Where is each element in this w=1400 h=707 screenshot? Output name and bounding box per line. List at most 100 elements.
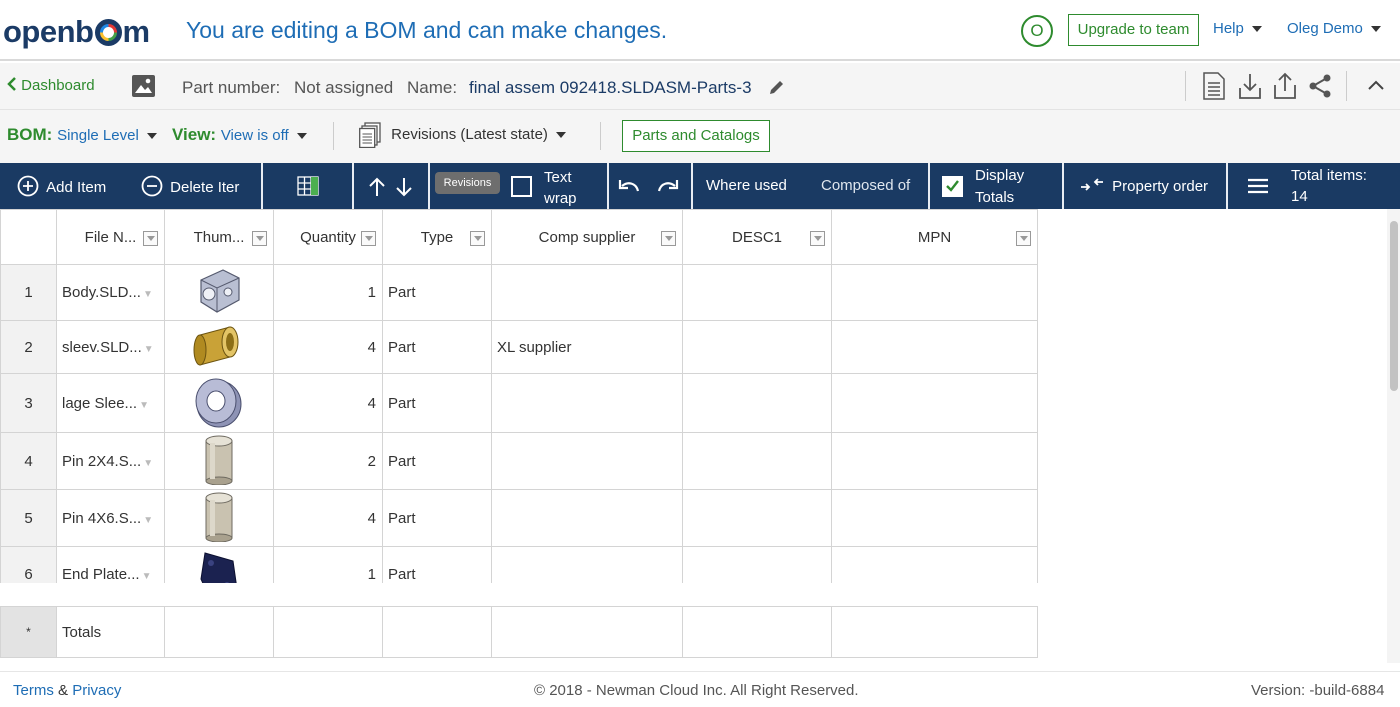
type-cell[interactable]: Part <box>382 489 492 547</box>
quantity-cell[interactable]: 4 <box>273 489 383 547</box>
column-settings-icon[interactable] <box>297 176 319 196</box>
terms-link[interactable]: Terms <box>13 682 54 699</box>
supplier-cell[interactable] <box>491 432 683 490</box>
filter-icon[interactable] <box>810 231 825 246</box>
dropdown-arrow-icon[interactable]: ▼ <box>143 289 153 300</box>
supplier-cell[interactable] <box>491 489 683 547</box>
table-row[interactable]: 4 Pin 2X4.S... ▼ 2 Part <box>0 432 1038 490</box>
type-cell[interactable]: Part <box>382 320 492 374</box>
thumbnail-cell[interactable] <box>164 264 274 321</box>
supplier-cell[interactable]: XL supplier <box>491 320 683 374</box>
column-header-quantity[interactable]: Quantity <box>273 209 383 265</box>
text-wrap-checkbox[interactable] <box>511 176 532 197</box>
desc1-cell[interactable] <box>682 264 832 321</box>
file-name-cell[interactable]: End Plate... ▼ <box>56 546 165 583</box>
supplier-cell[interactable] <box>491 373 683 433</box>
share-icon[interactable] <box>1308 74 1332 98</box>
quantity-cell[interactable]: 1 <box>273 546 383 583</box>
pencil-icon[interactable] <box>768 78 786 96</box>
file-name-cell[interactable]: lage Slee... ▼ <box>56 373 165 433</box>
table-row[interactable]: 5 Pin 4X6.S... ▼ 4 Part <box>0 489 1038 547</box>
text-wrap-label[interactable]: Text wrap <box>544 167 577 209</box>
desc1-cell[interactable] <box>682 320 832 374</box>
add-item-button[interactable]: Add Item <box>17 175 106 197</box>
dropdown-arrow-icon[interactable]: ▼ <box>139 400 149 411</box>
thumbnail-cell[interactable] <box>164 320 274 374</box>
desc1-cell[interactable] <box>682 546 832 583</box>
column-header-file-name[interactable]: File N... <box>56 209 165 265</box>
column-header-thumbnail[interactable]: Thum... <box>164 209 274 265</box>
redo-icon[interactable] <box>656 177 680 195</box>
filter-icon[interactable] <box>252 231 267 246</box>
quantity-cell[interactable]: 4 <box>273 320 383 374</box>
user-menu[interactable]: Oleg Demo <box>1287 20 1381 37</box>
display-totals-label[interactable]: Display Totals <box>975 165 1024 209</box>
column-header-comp-supplier[interactable]: Comp supplier <box>491 209 683 265</box>
filter-icon[interactable] <box>661 231 676 246</box>
download-icon[interactable] <box>1238 72 1262 100</box>
file-name-cell[interactable]: Pin 2X4.S... ▼ <box>56 432 165 490</box>
where-used-button[interactable]: Where used <box>706 177 787 194</box>
row-number[interactable]: 2 <box>0 320 57 374</box>
mpn-cell[interactable] <box>831 320 1038 374</box>
table-row[interactable]: 3 lage Slee... ▼ 4 Part <box>0 373 1038 433</box>
filter-icon[interactable] <box>361 231 376 246</box>
scrollbar-thumb[interactable] <box>1390 221 1398 391</box>
revisions-selector[interactable]: Revisions (Latest state) <box>359 122 566 149</box>
file-name-cell[interactable]: Pin 4X6.S... ▼ <box>56 489 165 547</box>
type-cell[interactable]: Part <box>382 432 492 490</box>
image-icon[interactable] <box>131 74 156 98</box>
row-number[interactable]: 5 <box>0 489 57 547</box>
property-order-button[interactable]: Property order <box>1080 176 1208 195</box>
table-row[interactable]: 2 sleev.SLD... ▼ 4 Part XL supplier <box>0 320 1038 374</box>
delete-item-button[interactable]: Delete Iter <box>141 175 239 197</box>
column-header-type[interactable]: Type <box>382 209 492 265</box>
supplier-cell[interactable] <box>491 546 683 583</box>
undo-icon[interactable] <box>617 177 641 195</box>
mpn-cell[interactable] <box>831 489 1038 547</box>
mpn-cell[interactable] <box>831 264 1038 321</box>
composed-of-button[interactable]: Composed of <box>821 177 910 194</box>
desc1-cell[interactable] <box>682 489 832 547</box>
supplier-cell[interactable] <box>491 264 683 321</box>
filter-icon[interactable] <box>470 231 485 246</box>
thumbnail-cell[interactable] <box>164 432 274 490</box>
bom-type-selector[interactable]: BOM: Single Level <box>7 125 157 145</box>
chevron-up-icon[interactable] <box>1367 79 1385 91</box>
dropdown-arrow-icon[interactable]: ▼ <box>143 515 153 526</box>
dropdown-arrow-icon[interactable]: ▼ <box>143 458 153 469</box>
menu-icon[interactable] <box>1247 178 1269 194</box>
dropdown-arrow-icon[interactable]: ▼ <box>144 344 154 355</box>
upgrade-button[interactable]: Upgrade to team <box>1068 14 1199 46</box>
mpn-cell[interactable] <box>831 373 1038 433</box>
quantity-cell[interactable]: 1 <box>273 264 383 321</box>
thumbnail-cell[interactable] <box>164 546 274 583</box>
privacy-link[interactable]: Privacy <box>72 682 121 699</box>
quantity-cell[interactable]: 2 <box>273 432 383 490</box>
thumbnail-cell[interactable] <box>164 373 274 433</box>
file-name-cell[interactable]: Body.SLD... ▼ <box>56 264 165 321</box>
filter-icon[interactable] <box>143 231 158 246</box>
avatar[interactable]: O <box>1021 15 1053 47</box>
row-number[interactable]: 6 <box>0 546 57 583</box>
table-row[interactable]: 1 Body.SLD... ▼ 1 Part <box>0 264 1038 321</box>
type-cell[interactable]: Part <box>382 546 492 583</box>
row-number[interactable]: 1 <box>0 264 57 321</box>
row-number[interactable]: 3 <box>0 373 57 433</box>
mpn-cell[interactable] <box>831 546 1038 583</box>
mpn-cell[interactable] <box>831 432 1038 490</box>
type-cell[interactable]: Part <box>382 373 492 433</box>
view-selector[interactable]: View: View is off <box>172 125 307 145</box>
move-down-icon[interactable] <box>394 176 414 198</box>
document-icon[interactable] <box>1202 72 1226 100</box>
table-row[interactable]: 6 End Plate... ▼ 1 Part <box>0 546 1038 583</box>
vertical-scrollbar[interactable] <box>1387 209 1400 663</box>
dropdown-arrow-icon[interactable]: ▼ <box>142 571 152 582</box>
display-totals-checkbox[interactable] <box>942 176 963 197</box>
thumbnail-cell[interactable] <box>164 489 274 547</box>
type-cell[interactable]: Part <box>382 264 492 321</box>
move-up-icon[interactable] <box>367 176 387 198</box>
desc1-cell[interactable] <box>682 432 832 490</box>
file-name-cell[interactable]: sleev.SLD... ▼ <box>56 320 165 374</box>
column-header-desc1[interactable]: DESC1 <box>682 209 832 265</box>
